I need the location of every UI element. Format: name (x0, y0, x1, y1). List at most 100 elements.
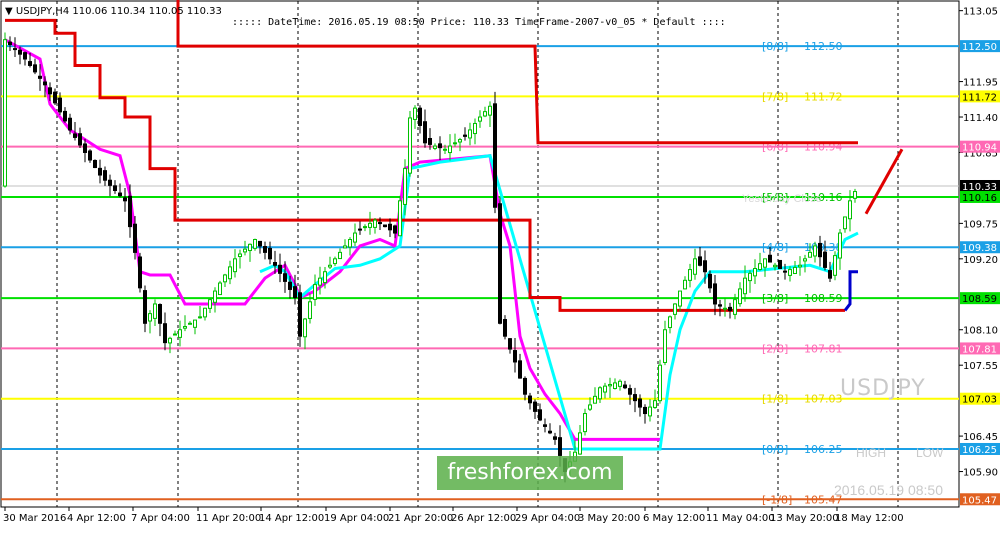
candle-body (3, 39, 7, 187)
candle-body (388, 223, 392, 231)
candle-body (643, 406, 647, 415)
candle-body (583, 413, 587, 433)
candle-body (8, 41, 12, 46)
candle-body (103, 170, 107, 181)
candle-body (833, 255, 837, 276)
candle-body (708, 273, 712, 289)
candle-body (713, 283, 717, 305)
candle-body (428, 137, 432, 145)
candle-body (48, 87, 52, 95)
candle-body (823, 251, 827, 268)
candle-body (68, 117, 72, 131)
candle-body (228, 266, 232, 280)
candle-body (733, 299, 737, 315)
price-tick-label: 106.45 (963, 432, 998, 443)
murrey-tag: [7/8] (762, 90, 788, 103)
red-forecast-line (864, 148, 904, 215)
price-tick-label: 109.20 (963, 255, 998, 266)
candle-body (38, 75, 42, 79)
price-label-text: 105.47 (962, 495, 997, 506)
time-tick-label: 18 May 12:00 (835, 513, 904, 524)
candle-body (498, 203, 502, 324)
candle-body (373, 219, 377, 228)
symbol-watermark: USDJPY (840, 376, 926, 401)
candle-body (53, 91, 57, 104)
candle-body (803, 258, 807, 262)
candle-body (193, 319, 197, 328)
price-chart[interactable]: [8/8] 112.50[7/8] 111.72[6/8] 110.94[5/8] 11… (0, 0, 1001, 530)
candle-body (263, 246, 267, 253)
candle-body (383, 224, 387, 228)
price-label-text: 107.81 (962, 344, 997, 355)
candle-body (763, 258, 767, 268)
candle-body (123, 197, 127, 202)
murrey-value: 108.59 (804, 292, 843, 305)
candle-body (293, 286, 297, 299)
price-tick-label: 107.55 (963, 361, 998, 372)
candle-body (188, 322, 192, 325)
candle-body (718, 304, 722, 307)
dropdown-triangle-icon[interactable]: ▼ (5, 6, 13, 17)
candle-body (13, 48, 17, 51)
candle-body (728, 306, 732, 311)
candle-body (83, 143, 87, 153)
candle-body (198, 316, 202, 319)
candle-body (433, 145, 437, 149)
candle-body (178, 329, 182, 338)
candle-body (443, 148, 447, 151)
candle-body (273, 262, 277, 266)
candle-body (703, 260, 707, 273)
candle-body (538, 409, 542, 421)
murrey-tag: [3/8] (762, 292, 788, 305)
candle-body (673, 303, 677, 315)
symbol-header: ▼ USDJPY,H4 110.06 110.34 110.05 110.33 (5, 6, 222, 17)
candle-body (753, 268, 757, 277)
price-tick-label: 105.90 (963, 468, 998, 479)
candles (3, 32, 857, 483)
candle-body (138, 256, 142, 289)
price-label-text: 107.03 (962, 395, 997, 406)
candle-body (148, 313, 152, 322)
candle-body (738, 288, 742, 305)
candle-body (208, 299, 212, 309)
chart-area[interactable]: [8/8] 112.50 [7/8] 111.72 [6/8] 110.94 [5/8] 11… (0, 0, 1001, 530)
candle-body (243, 248, 247, 253)
price-label-text: 106.25 (962, 445, 997, 456)
candle-body (278, 264, 282, 274)
candle-body (248, 243, 252, 252)
candle-body (588, 404, 592, 410)
candle-body (423, 121, 427, 144)
candle-body (628, 388, 632, 395)
murrey-value: 112.50 (804, 40, 843, 53)
candle-body (813, 245, 817, 257)
candle-body (783, 270, 787, 273)
candle-body (473, 122, 477, 135)
timestamp-label: 2016.05.19 08:50 (834, 482, 943, 498)
candle-body (363, 226, 367, 229)
candle-body (233, 258, 237, 273)
time-tick-label: 13 May 20:00 (770, 513, 839, 524)
price-tick-label: 111.95 (963, 78, 998, 89)
candle-body (653, 400, 657, 408)
candle-body (658, 364, 662, 402)
candle-body (548, 430, 552, 434)
candle-body (98, 167, 102, 176)
candle-body (58, 97, 62, 113)
candle-body (168, 337, 172, 344)
candle-body (213, 290, 217, 303)
candle-body (378, 222, 382, 225)
candle-body (448, 145, 452, 154)
candle-body (843, 216, 847, 230)
candle-body (828, 270, 832, 279)
blue-tail-line (843, 270, 858, 312)
candle-body (133, 223, 137, 253)
candle-body (343, 245, 347, 249)
candle-body (773, 264, 777, 268)
candle-body (23, 52, 27, 60)
candle-body (418, 107, 422, 126)
candle-body (483, 111, 487, 117)
candle-body (393, 225, 397, 234)
time-tick-label: 7 Apr 04:00 (131, 513, 190, 524)
candle-body (853, 191, 857, 199)
candle-body (513, 350, 517, 363)
